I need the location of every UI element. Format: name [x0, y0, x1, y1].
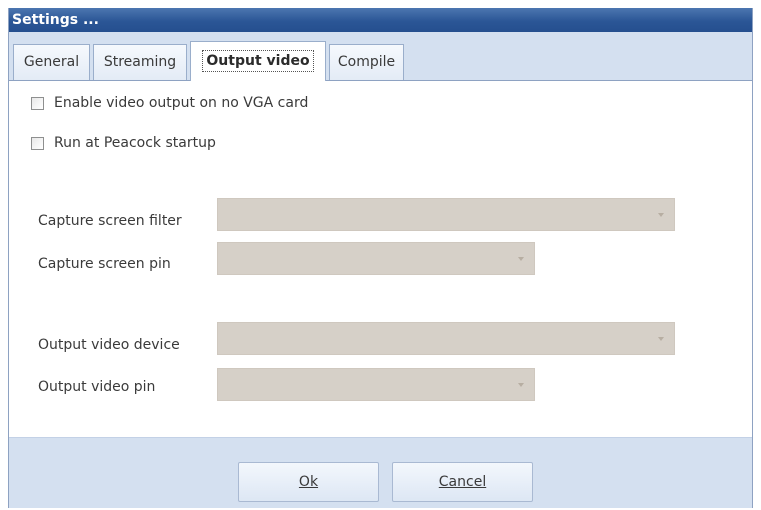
tab-general[interactable]: General	[13, 44, 90, 80]
run-at-startup-checkbox[interactable]	[31, 136, 44, 150]
tab-output-video[interactable]: Output video	[190, 41, 326, 81]
capture-screen-pin-select[interactable]	[217, 242, 535, 275]
output-video-panel: Enable video output on no VGA card Run a…	[9, 81, 752, 437]
ok-button[interactable]: Ok	[238, 462, 379, 502]
window-title: Settings ...	[9, 8, 752, 32]
chevron-down-icon	[658, 337, 664, 341]
output-video-pin-select[interactable]	[217, 368, 535, 401]
chevron-down-icon	[658, 213, 664, 217]
dialog-footer: Ok Cancel	[9, 437, 752, 508]
enable-video-output-label: Enable video output on no VGA card	[54, 95, 309, 111]
tab-streaming[interactable]: Streaming	[93, 44, 187, 80]
tab-strip: General Streaming Output video Compile	[9, 32, 752, 81]
settings-dialog: Settings ... General Streaming Output vi…	[8, 8, 753, 508]
capture-screen-filter-select[interactable]	[217, 198, 675, 231]
cancel-button[interactable]: Cancel	[392, 462, 533, 502]
cancel-button-label: Cancel	[438, 474, 487, 490]
chevron-down-icon	[518, 383, 524, 387]
enable-video-output-option[interactable]: Enable video output on no VGA card	[31, 93, 308, 113]
output-video-pin-label: Output video pin	[38, 379, 156, 395]
output-video-device-select[interactable]	[217, 322, 675, 355]
chevron-down-icon	[518, 257, 524, 261]
capture-screen-pin-label: Capture screen pin	[38, 256, 171, 272]
run-at-startup-label: Run at Peacock startup	[54, 135, 216, 151]
tab-output-video-label: Output video	[202, 50, 314, 72]
ok-button-label: Ok	[298, 474, 319, 490]
enable-video-output-checkbox[interactable]	[31, 96, 44, 110]
tab-compile[interactable]: Compile	[329, 44, 404, 80]
capture-screen-filter-label: Capture screen filter	[38, 213, 182, 229]
run-at-startup-option[interactable]: Run at Peacock startup	[31, 133, 216, 153]
output-video-device-label: Output video device	[38, 337, 180, 353]
